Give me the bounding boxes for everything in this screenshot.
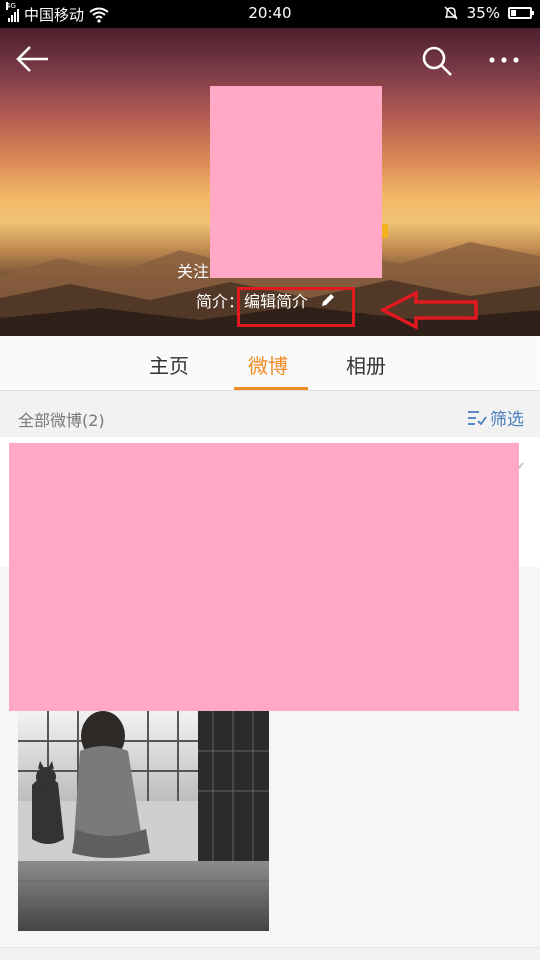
annotation-highlight-box: [237, 287, 355, 327]
redacted-post-content: [9, 443, 519, 711]
status-right: 35%: [443, 4, 534, 22]
more-options-button[interactable]: [484, 44, 528, 78]
back-arrow-icon: [16, 46, 48, 72]
search-icon: [422, 46, 452, 76]
redacted-profile-area: [210, 86, 382, 278]
profile-header: 关注 简介： 编辑简介: [0, 28, 540, 336]
active-tab-indicator: [234, 387, 308, 390]
bottom-divider: [0, 947, 540, 948]
post-photo[interactable]: [18, 711, 269, 931]
battery-percent: 35%: [466, 4, 500, 22]
bell-off-icon: [444, 6, 458, 20]
all-posts-count: 全部微博(2): [18, 411, 105, 430]
profile-tabs: 主页 微博 相册: [0, 336, 540, 391]
battery-level: [511, 10, 516, 16]
status-bar: 4G 中国移动 20:40 35%: [0, 0, 540, 28]
follow-stats[interactable]: 关注: [177, 258, 209, 282]
more-icon: [489, 57, 519, 63]
filter-icon: [468, 410, 487, 425]
battery-icon: [508, 7, 534, 19]
annotation-arrow-icon: [380, 290, 478, 330]
filter-label: 筛选: [490, 410, 524, 430]
filter-button[interactable]: 筛选: [467, 405, 524, 430]
post-list-header: 全部微博(2) 筛选: [0, 391, 540, 437]
photo-image: [18, 711, 269, 931]
search-button[interactable]: [420, 44, 460, 78]
tab-album[interactable]: 相册: [346, 350, 386, 379]
back-button[interactable]: [14, 44, 54, 78]
tab-home[interactable]: 主页: [149, 350, 189, 379]
tab-weibo[interactable]: 微博: [248, 350, 288, 379]
